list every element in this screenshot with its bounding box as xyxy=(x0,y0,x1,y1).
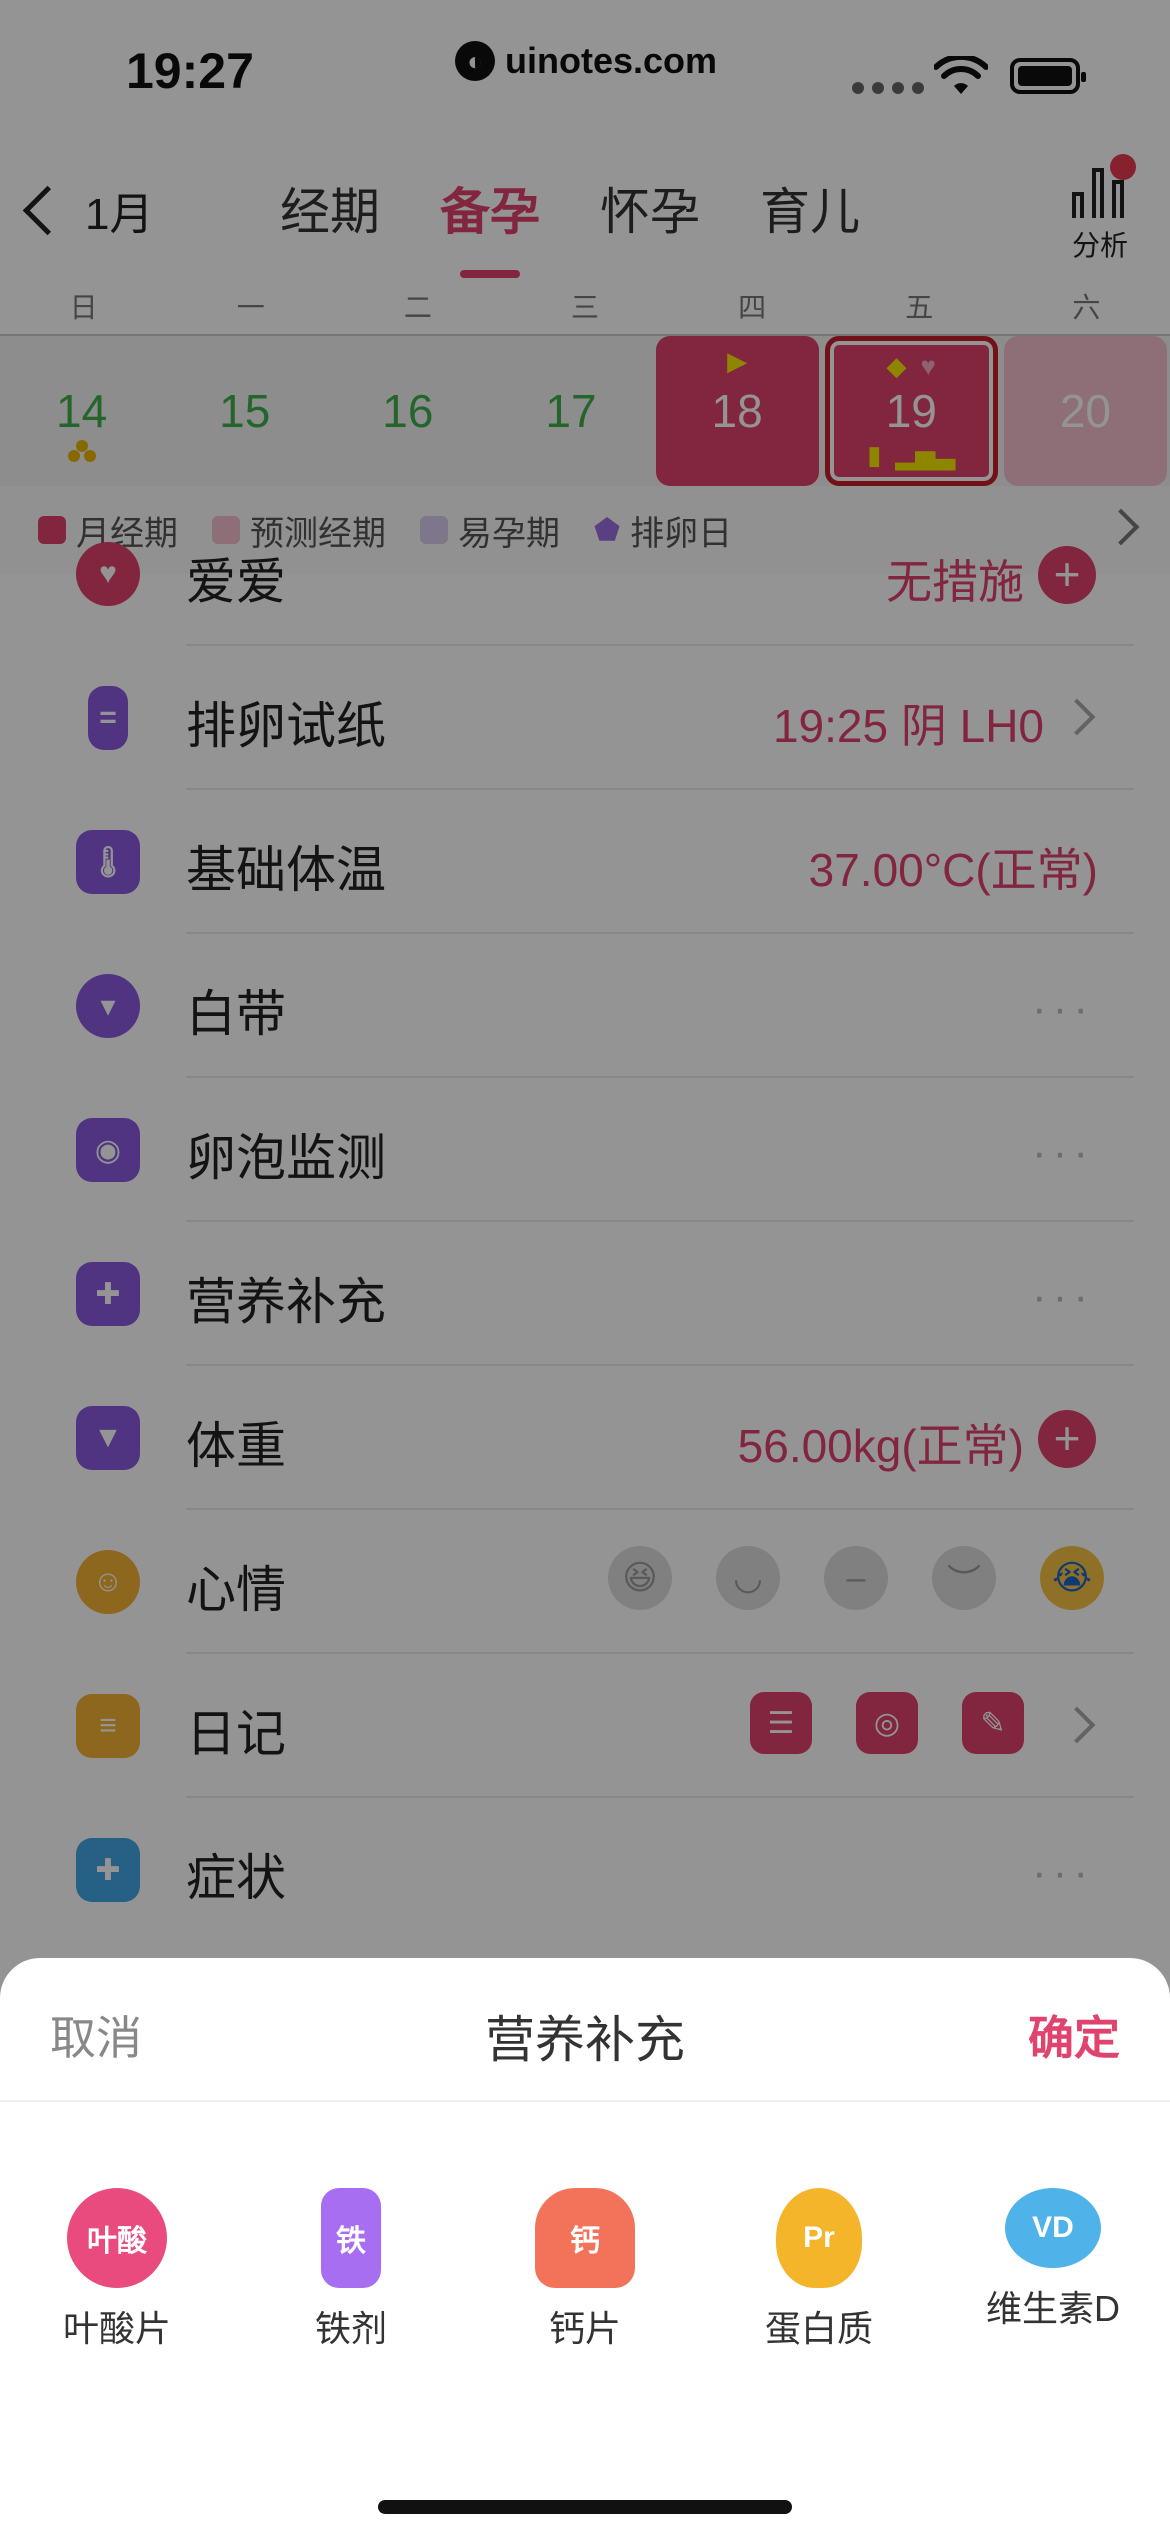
app-screen: 19:27 ◐ uinotes.com 1月 经期 备孕 怀孕 育儿 分析 日 … xyxy=(0,0,1170,2532)
supplement-label: 蛋白质 xyxy=(764,2308,873,2349)
sheet-header: 取消 营养补充 确定 xyxy=(0,1958,1170,2102)
vitamin-d-capsule-icon: VD xyxy=(1005,2188,1101,2268)
iron-bottle-icon: 铁 xyxy=(321,2188,381,2288)
supplement-label: 铁剂 xyxy=(314,2308,387,2349)
supplement-calcium[interactable]: 钙 钙片 xyxy=(468,2188,702,2352)
supplement-label: 钙片 xyxy=(548,2308,621,2349)
supplement-vitamin-d[interactable]: VD 维生素D xyxy=(936,2188,1170,2352)
folic-acid-pill-icon: 叶酸 xyxy=(67,2188,167,2288)
sheet-title: 营养补充 xyxy=(485,2012,685,2068)
nutrition-bottom-sheet: 取消 营养补充 确定 叶酸 叶酸片 铁 铁剂 钙 钙片 Pr 蛋白质 VD 维生… xyxy=(0,1958,1170,2532)
supplement-iron[interactable]: 铁 铁剂 xyxy=(234,2188,468,2352)
supplement-label: 叶酸片 xyxy=(62,2308,171,2349)
supplement-label: 维生素D xyxy=(986,2288,1120,2329)
confirm-button[interactable]: 确定 xyxy=(1028,2002,1120,2068)
supplement-options: 叶酸 叶酸片 铁 铁剂 钙 钙片 Pr 蛋白质 VD 维生素D xyxy=(0,2188,1170,2352)
calcium-tablet-icon: 钙 xyxy=(535,2188,635,2288)
home-indicator[interactable] xyxy=(378,2500,792,2514)
supplement-folic-acid[interactable]: 叶酸 叶酸片 xyxy=(0,2188,234,2352)
supplement-protein[interactable]: Pr 蛋白质 xyxy=(702,2188,936,2352)
protein-drop-icon: Pr xyxy=(776,2188,862,2288)
